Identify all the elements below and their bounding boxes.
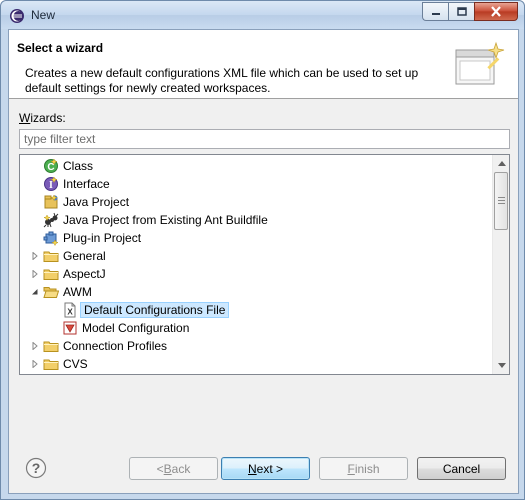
tree-item[interactable]: Connection Profiles — [20, 337, 492, 355]
eclipse-icon — [10, 9, 24, 23]
folder-icon — [43, 341, 59, 352]
header-title: Select a wizard — [17, 41, 104, 55]
finish-button[interactable]: Finish — [319, 457, 408, 480]
tree-item-label: Default Configurations File — [80, 302, 230, 318]
interface-icon: I — [44, 176, 58, 191]
model-config-icon — [63, 321, 77, 335]
folder-icon — [43, 269, 59, 280]
window-title: New — [31, 8, 56, 22]
tree-item-label: CVS — [63, 357, 88, 371]
tree-item-label: Class — [63, 159, 94, 173]
finish-button-mnemonic: F — [347, 461, 355, 476]
tree-item-label: Plug-in Project — [63, 231, 142, 245]
tree-item-label: Java Project from Existing Ant Buildfile — [63, 213, 268, 227]
tree-item[interactable]: Model Configuration — [20, 319, 492, 337]
tree-item-label: AWM — [63, 285, 92, 299]
tree-item[interactable]: Java Project — [20, 193, 492, 211]
class-icon: C — [44, 158, 58, 173]
tree-item-label: Connection Profiles — [63, 339, 168, 353]
tree-item-label: Java Project — [63, 195, 130, 209]
collapsed-arrow-icon[interactable] — [31, 342, 39, 350]
tree-item[interactable]: X Default Configurations File — [20, 301, 492, 319]
wizard-tree[interactable]: C Class I Interface Java Project Java Project… — [19, 154, 510, 375]
tree-item[interactable]: General — [20, 247, 492, 265]
maximize-icon — [456, 6, 467, 16]
tree-item-label: AspectJ — [63, 267, 106, 281]
back-button-label: ack — [171, 461, 191, 476]
svg-text:X: X — [67, 308, 73, 317]
java-project-icon — [44, 194, 58, 209]
dialog-body: Select a wizard Creates a new default co… — [8, 29, 519, 494]
plugin-project-icon — [43, 231, 59, 246]
next-button-mnemonic: N — [247, 461, 257, 476]
title-bar[interactable]: New — [1, 1, 524, 29]
wizard-header: Select a wizard Creates a new default co… — [9, 30, 518, 99]
tree-item-label: Model Configuration — [82, 321, 190, 335]
next-button[interactable]: Next > — [221, 457, 310, 480]
arrow-down-icon — [497, 363, 506, 368]
folder-icon — [43, 251, 59, 262]
filter-input[interactable] — [19, 129, 510, 149]
tree-rows: C Class I Interface Java Project Java Project… — [20, 157, 492, 373]
svg-text:?: ? — [32, 460, 41, 476]
arrow-up-icon — [497, 161, 506, 166]
wizard-banner-icon — [455, 41, 505, 85]
tree-item[interactable]: Java Project from Existing Ant Buildfile — [20, 211, 492, 229]
minimize-button[interactable] — [422, 2, 448, 21]
wizards-label-text: izards: — [30, 111, 66, 125]
collapsed-arrow-icon[interactable] — [31, 252, 39, 260]
scroll-up-button[interactable] — [493, 155, 509, 172]
thumb-grip — [498, 197, 505, 198]
dialog-window: New Select a wizard Creates a new defaul… — [0, 0, 525, 500]
folder-open-icon — [43, 287, 59, 298]
tree-item[interactable]: I Interface — [20, 175, 492, 193]
xml-file-icon: X — [64, 302, 76, 318]
finish-button-label: inish — [354, 461, 380, 476]
back-button-prefix: < — [156, 461, 164, 476]
close-icon — [491, 6, 501, 17]
help-icon[interactable]: ? — [25, 457, 47, 479]
wizards-label: Wizards: — [19, 111, 66, 125]
back-button[interactable]: < Back — [129, 457, 218, 480]
tree-item[interactable]: Plug-in Project — [20, 229, 492, 247]
maximize-button[interactable] — [448, 2, 474, 21]
close-button[interactable] — [474, 2, 518, 21]
thumb-grip — [498, 200, 505, 201]
folder-icon — [43, 359, 59, 370]
back-button-mnemonic: B — [163, 461, 172, 476]
window-controls — [422, 2, 518, 22]
collapsed-arrow-icon[interactable] — [31, 360, 39, 368]
wizards-label-mnemonic: W — [19, 111, 31, 125]
cancel-button[interactable]: Cancel — [417, 457, 506, 480]
svg-text:I: I — [49, 180, 53, 191]
thumb-grip — [498, 203, 505, 204]
collapsed-arrow-icon[interactable] — [31, 270, 39, 278]
minimize-icon — [431, 12, 440, 15]
tree-item-label: General — [63, 249, 106, 263]
expanded-arrow-icon[interactable] — [31, 288, 39, 296]
scroll-thumb[interactable] — [494, 172, 508, 230]
header-description: Creates a new default configurations XML… — [25, 66, 419, 95]
tree-item[interactable]: AspectJ — [20, 265, 492, 283]
cancel-button-label: Cancel — [442, 461, 481, 476]
tree-item-label: Interface — [63, 177, 110, 191]
tree-item[interactable]: C Class — [20, 157, 492, 175]
tree-item[interactable]: CVS — [20, 355, 492, 373]
tree-item[interactable]: AWM — [20, 283, 492, 301]
vertical-scrollbar[interactable] — [492, 155, 509, 374]
scroll-down-button[interactable] — [493, 357, 509, 374]
ant-icon — [43, 212, 59, 228]
next-button-label: ext > — [256, 461, 284, 476]
